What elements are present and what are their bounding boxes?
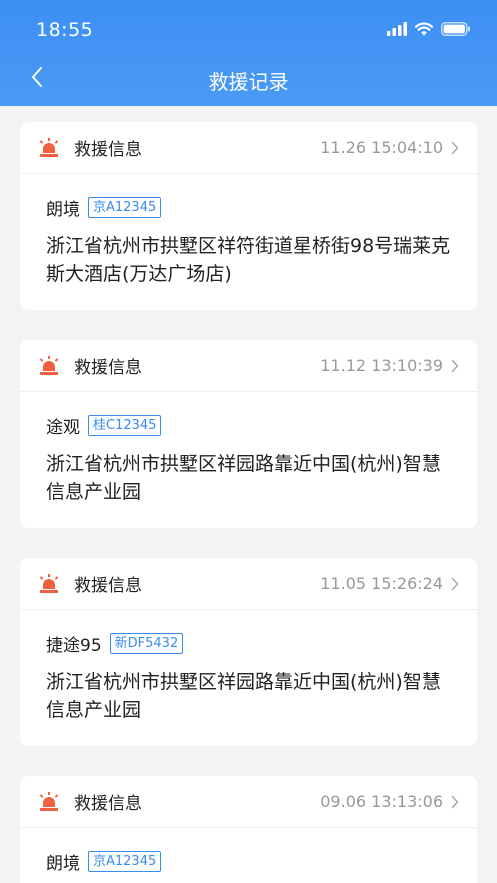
card-header-label: 救援信息 — [74, 794, 142, 814]
nav-bar: 救援记录 — [0, 56, 497, 106]
vehicle-row: 朗境 京A12345 — [46, 848, 451, 874]
card-header[interactable]: 救援信息 11.26 15:04:10 — [20, 122, 477, 174]
card-header-label: 救援信息 — [74, 358, 142, 378]
license-plate-badge: 京A12345 — [88, 850, 162, 872]
record-time: 11.26 15:04:10 — [320, 138, 443, 157]
alarm-light-icon — [38, 791, 60, 813]
alarm-light-icon — [38, 573, 60, 595]
status-icons — [387, 20, 471, 40]
rescue-address: 浙江省杭州市拱墅区祥园路靠近中国(杭州)智慧信息产业园 — [46, 671, 441, 721]
record-time: 11.12 13:10:39 — [320, 356, 443, 375]
card-header-label: 救援信息 — [74, 576, 142, 596]
rescue-record-card[interactable]: 救援信息 11.12 13:10:39 途观 桂C12345 浙江省杭州市拱墅区… — [20, 340, 477, 528]
chevron-right-icon — [451, 359, 459, 373]
vehicle-row: 途观 桂C12345 — [46, 412, 451, 438]
card-header-label: 救援信息 — [74, 140, 142, 160]
car-model: 朗境 — [46, 199, 80, 220]
chevron-right-icon — [451, 795, 459, 809]
card-body: 朗境 京A12345 浙江省杭州市拱墅区祥符街道星桥街98号瑞莱克斯大酒店(万达… — [20, 174, 477, 310]
vehicle-row: 捷途95 新DF5432 — [46, 630, 451, 656]
rescue-record-card[interactable]: 救援信息 09.06 13:13:06 朗境 京A12345 — [20, 776, 477, 883]
battery-icon — [441, 21, 471, 40]
card-header[interactable]: 救援信息 11.05 15:26:24 — [20, 558, 477, 610]
card-header[interactable]: 救援信息 11.12 13:10:39 — [20, 340, 477, 392]
app-header: 18:55 救援记录 — [0, 0, 497, 106]
card-body: 捷途95 新DF5432 浙江省杭州市拱墅区祥园路靠近中国(杭州)智慧信息产业园 — [20, 610, 477, 746]
rescue-record-card[interactable]: 救援信息 11.05 15:26:24 捷途95 新DF5432 浙江省杭州市拱… — [20, 558, 477, 746]
signal-icon — [387, 21, 407, 40]
rescue-address: 浙江省杭州市拱墅区祥园路靠近中国(杭州)智慧信息产业园 — [46, 453, 441, 503]
license-plate-badge: 桂C12345 — [88, 414, 162, 436]
vehicle-row: 朗境 京A12345 — [46, 194, 451, 220]
card-body: 朗境 京A12345 — [20, 828, 477, 883]
record-time: 09.06 13:13:06 — [320, 792, 443, 811]
status-time: 18:55 — [36, 19, 94, 41]
car-model: 途观 — [46, 417, 80, 438]
card-header[interactable]: 救援信息 09.06 13:13:06 — [20, 776, 477, 828]
page-title: 救援记录 — [208, 70, 289, 94]
status-bar: 18:55 — [0, 0, 497, 60]
rescue-record-list[interactable]: 救援信息 11.26 15:04:10 朗境 京A12345 浙江省杭州市拱墅区… — [0, 106, 497, 883]
rescue-address: 浙江省杭州市拱墅区祥符街道星桥街98号瑞莱克斯大酒店(万达广场店) — [46, 235, 451, 285]
chevron-right-icon — [451, 141, 459, 155]
rescue-record-card[interactable]: 救援信息 11.26 15:04:10 朗境 京A12345 浙江省杭州市拱墅区… — [20, 122, 477, 310]
card-body: 途观 桂C12345 浙江省杭州市拱墅区祥园路靠近中国(杭州)智慧信息产业园 — [20, 392, 477, 528]
car-model: 朗境 — [46, 853, 80, 874]
wifi-icon — [414, 21, 434, 40]
chevron-right-icon — [451, 577, 459, 591]
license-plate-badge: 京A12345 — [88, 196, 162, 218]
record-time: 11.05 15:26:24 — [320, 574, 443, 593]
alarm-light-icon — [38, 137, 60, 159]
car-model: 捷途95 — [46, 635, 102, 656]
license-plate-badge: 新DF5432 — [109, 632, 184, 654]
alarm-light-icon — [38, 355, 60, 377]
